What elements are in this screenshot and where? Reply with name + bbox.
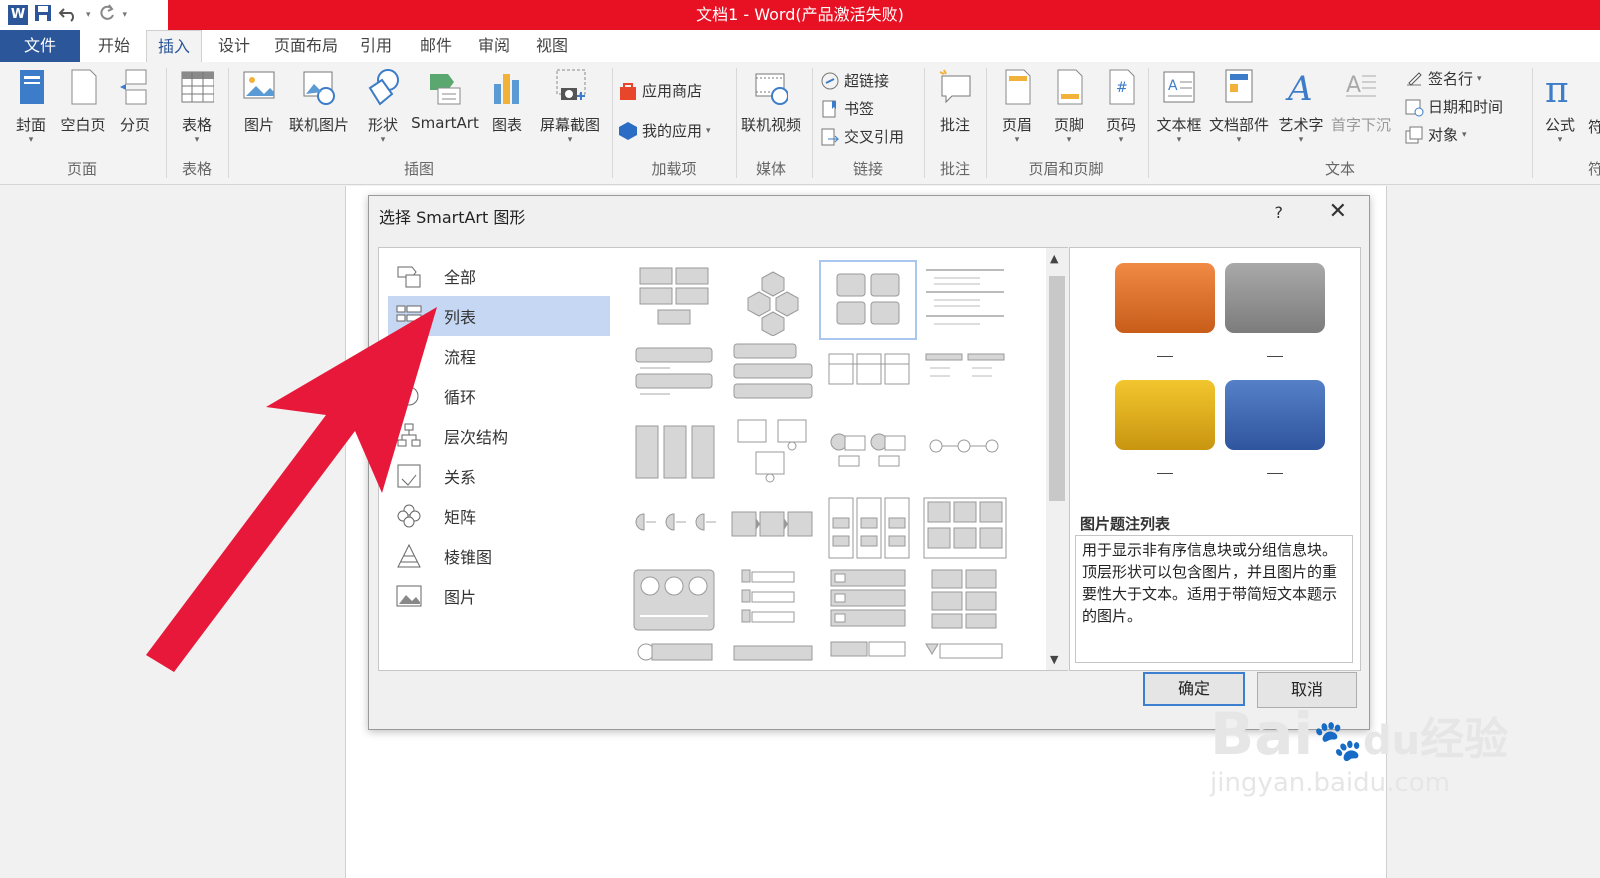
- red-arrow-shape: [146, 307, 437, 672]
- watermark-brand: Bai: [1210, 700, 1314, 768]
- watermark-du: du: [1363, 718, 1421, 764]
- paw-icon: 🐾: [1313, 718, 1364, 764]
- watermark-url: jingyan.baidu.com: [1210, 768, 1450, 798]
- watermark-cn: 经验: [1420, 714, 1509, 765]
- baidu-watermark: Bai🐾du经验 jingyan.baidu.com: [1210, 700, 1508, 798]
